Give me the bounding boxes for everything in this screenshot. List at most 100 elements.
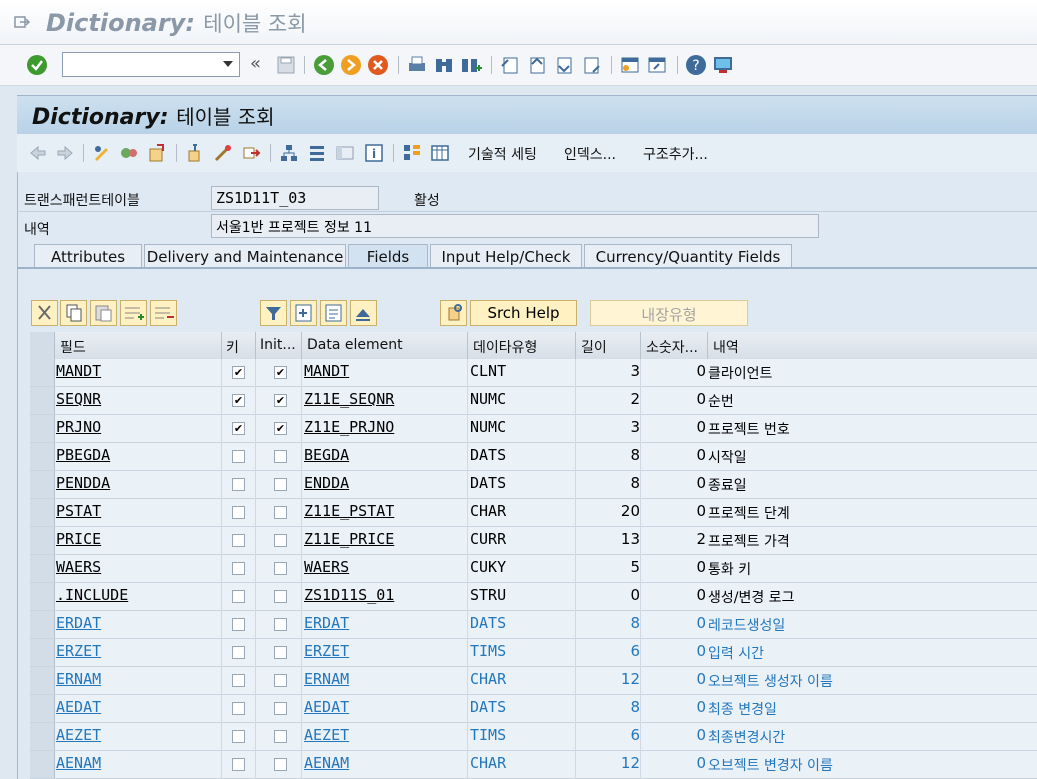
select-all-corner[interactable] [30,332,55,359]
row-selector[interactable] [30,555,55,582]
field-name-cell[interactable]: MANDT [56,362,101,380]
decimals-cell[interactable]: 0 [642,502,706,520]
tab-delivery-maintenance[interactable]: Delivery and Maintenance [144,244,346,269]
data-type-cell[interactable]: CURR [470,530,506,548]
decimals-cell[interactable]: 0 [642,586,706,604]
decimals-cell[interactable]: 0 [642,614,706,632]
data-type-cell[interactable]: STRU [470,586,506,604]
activate-icon[interactable] [213,143,233,163]
column-header-length[interactable]: 길이 [581,337,607,357]
shortcut-icon[interactable] [646,54,668,76]
field-name-cell[interactable]: SEQNR [56,390,101,408]
details-icon[interactable] [320,300,347,326]
command-field[interactable] [62,52,240,77]
copy-row-icon[interactable] [60,300,87,326]
chevron-down-icon[interactable] [223,61,233,67]
field-name-cell[interactable]: .INCLUDE [56,586,128,604]
field-name-cell[interactable]: ERZET [56,642,101,660]
indexes-button[interactable]: 인덱스... [564,144,616,164]
data-type-cell[interactable]: CHAR [470,502,506,520]
filter-icon[interactable] [260,300,287,326]
key-checkbox[interactable] [232,562,245,575]
field-name-cell[interactable]: PBEGDA [56,446,110,464]
data-element-cell[interactable]: BEGDA [304,446,349,464]
column-header-key[interactable]: 키 [226,337,239,357]
column-header-init[interactable]: Init... [260,337,300,353]
back-arrow-icon[interactable] [28,143,48,163]
previous-page-icon[interactable] [526,54,548,76]
table-row[interactable]: AEZET AEZET TIMS 6 0 최종변경시간 [30,723,1037,751]
data-type-cell[interactable]: TIMS [470,726,506,744]
hierarchy-display-icon[interactable] [402,143,422,163]
data-element-cell[interactable]: AENAM [304,754,349,772]
field-name-cell[interactable]: PSTAT [56,502,101,520]
column-separator[interactable] [707,332,708,359]
tab-fields[interactable]: Fields [348,244,428,269]
table-row[interactable]: PSTAT Z11E_PSTAT CHAR 20 0 프로젝트 단계 [30,499,1037,527]
table-grid-icon[interactable] [430,143,450,163]
table-row[interactable]: AEDAT AEDAT DATS 8 0 최종 변경일 [30,695,1037,723]
table-row[interactable]: SEQNR ✔ ✔ Z11E_SEQNR NUMC 2 0 순번 [30,387,1037,415]
row-selector[interactable] [30,443,55,470]
key-checkbox[interactable]: ✔ [232,394,245,407]
column-header-data-element[interactable]: Data element [307,337,403,353]
initial-value-checkbox[interactable] [274,590,287,603]
data-type-cell[interactable]: NUMC [470,418,506,436]
technical-settings-button[interactable]: 기술적 세팅 [468,144,537,164]
length-cell[interactable]: 8 [578,614,640,632]
collapse-icon[interactable]: « [250,53,272,75]
decimals-cell[interactable]: 0 [642,558,706,576]
field-name-cell[interactable]: PRICE [56,530,101,548]
exit-menu-icon[interactable] [14,16,30,28]
column-header-description[interactable]: 내역 [713,337,739,357]
customize-layout-icon[interactable] [712,54,734,76]
row-selector[interactable] [30,667,55,694]
length-cell[interactable]: 13 [578,530,640,548]
row-selector[interactable] [30,639,55,666]
data-element-cell[interactable]: Z11E_PRJNO [304,418,394,436]
decimals-cell[interactable]: 0 [642,362,706,380]
initial-value-checkbox[interactable] [274,702,287,715]
decimals-cell[interactable]: 0 [642,754,706,772]
table-row[interactable]: PRJNO ✔ ✔ Z11E_PRJNO NUMC 3 0 프로젝트 번호 [30,415,1037,443]
column-separator[interactable] [255,332,256,359]
data-type-cell[interactable]: CHAR [470,754,506,772]
table-row[interactable]: PRICE Z11E_PRICE CURR 13 2 프로젝트 가격 [30,527,1037,555]
append-structure-button[interactable]: 구조추가... [643,144,708,164]
active-inactive-icon[interactable] [119,143,139,163]
test-icon[interactable] [241,143,261,163]
table-row[interactable]: ERDAT ERDAT DATS 8 0 레코드생성일 [30,611,1037,639]
srch-help-button[interactable]: Srch Help [470,300,577,326]
field-name-cell[interactable]: ERDAT [56,614,101,632]
search-help-icon[interactable] [440,300,467,326]
initial-value-checkbox[interactable] [274,674,287,687]
table-row[interactable]: WAERS WAERS CUKY 5 0 통화 키 [30,555,1037,583]
key-checkbox[interactable] [232,758,245,771]
length-cell[interactable]: 12 [578,670,640,688]
key-checkbox[interactable] [232,478,245,491]
row-selector[interactable] [30,695,55,722]
row-selector[interactable] [30,583,55,610]
tab-attributes[interactable]: Attributes [34,244,142,269]
table-row[interactable]: .INCLUDE ZS1D11S_01 STRU 0 0 생성/변경 로그 [30,583,1037,611]
initial-value-checkbox[interactable] [274,562,287,575]
initial-value-checkbox[interactable]: ✔ [274,422,287,435]
length-cell[interactable]: 3 [578,418,640,436]
check-icon[interactable] [185,143,205,163]
initial-value-checkbox[interactable]: ✔ [274,366,287,379]
initial-value-checkbox[interactable]: ✔ [274,394,287,407]
data-type-cell[interactable]: DATS [470,474,506,492]
length-cell[interactable]: 3 [578,362,640,380]
table-row[interactable]: ERNAM ERNAM CHAR 12 0 오브젝트 생성자 이름 [30,667,1037,695]
row-selector[interactable] [30,387,55,414]
description-field[interactable]: 서울1반 프로젝트 정보 11 [211,214,819,238]
find-next-icon[interactable] [460,54,482,76]
tab-currency-quantity-fields[interactable]: Currency/Quantity Fields [584,244,792,269]
data-element-cell[interactable]: AEDAT [304,698,349,716]
key-checkbox[interactable]: ✔ [232,366,245,379]
table-row[interactable]: AENAM AENAM CHAR 12 0 오브젝트 변경자 이름 [30,751,1037,779]
field-name-cell[interactable]: AEDAT [56,698,101,716]
data-type-cell[interactable]: CHAR [470,670,506,688]
key-checkbox[interactable]: ✔ [232,422,245,435]
decimals-cell[interactable]: 2 [642,530,706,548]
